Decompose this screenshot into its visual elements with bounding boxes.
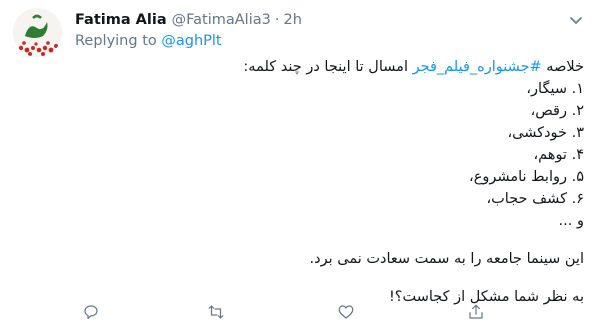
avatar[interactable]	[13, 8, 62, 57]
heart-icon[interactable]	[335, 301, 357, 323]
list-item: و ...	[558, 213, 584, 229]
comment-icon[interactable]	[80, 301, 102, 323]
replying-to-link[interactable]: @aghPlt	[161, 33, 221, 49]
tweet-actions	[75, 301, 495, 323]
replying-to: Replying to @aghPlt	[75, 33, 222, 53]
tweet-body: خلاصه #جشنواره_فیلم_فجر امسال تا اینجا د…	[75, 56, 584, 308]
replying-prefix: Replying to	[75, 33, 162, 49]
chevron-down-icon[interactable]	[568, 12, 584, 28]
list-item: ۳. خودکشی،	[507, 125, 584, 141]
author-name[interactable]: Fatima Alia	[75, 12, 167, 28]
tweet-line-intro: خلاصه #جشنواره_فیلم_فجر امسال تا اینجا د…	[75, 56, 584, 78]
retweet-icon[interactable]	[205, 301, 227, 323]
intro-suffix: امسال تا اینجا در چند کلمه:	[243, 59, 413, 75]
author-handle[interactable]: @FatimaAlia3	[172, 12, 271, 28]
tweet-paragraph: این سینما جامعه را به سمت سعادت نمی برد.	[309, 251, 584, 267]
timestamp[interactable]: 2h	[283, 12, 301, 28]
share-icon[interactable]	[465, 301, 487, 323]
avatar-image	[13, 8, 62, 57]
list-item: ۵. روابط نامشروع،	[469, 169, 584, 185]
hashtag-link[interactable]: #جشنواره_فیلم_فجر	[413, 59, 542, 75]
separator-dot: ·	[274, 12, 280, 28]
list-item: ۴. توهم،	[533, 147, 584, 163]
list-item: ۱. سیگار،	[526, 81, 584, 97]
intro-prefix: خلاصه	[541, 59, 584, 75]
list-item: ۶. کشف حجاب،	[486, 191, 584, 207]
tweet-header: Fatima Alia @FatimaAlia3 · 2h	[75, 10, 558, 30]
list-item: ۲. رقص،	[530, 103, 584, 119]
